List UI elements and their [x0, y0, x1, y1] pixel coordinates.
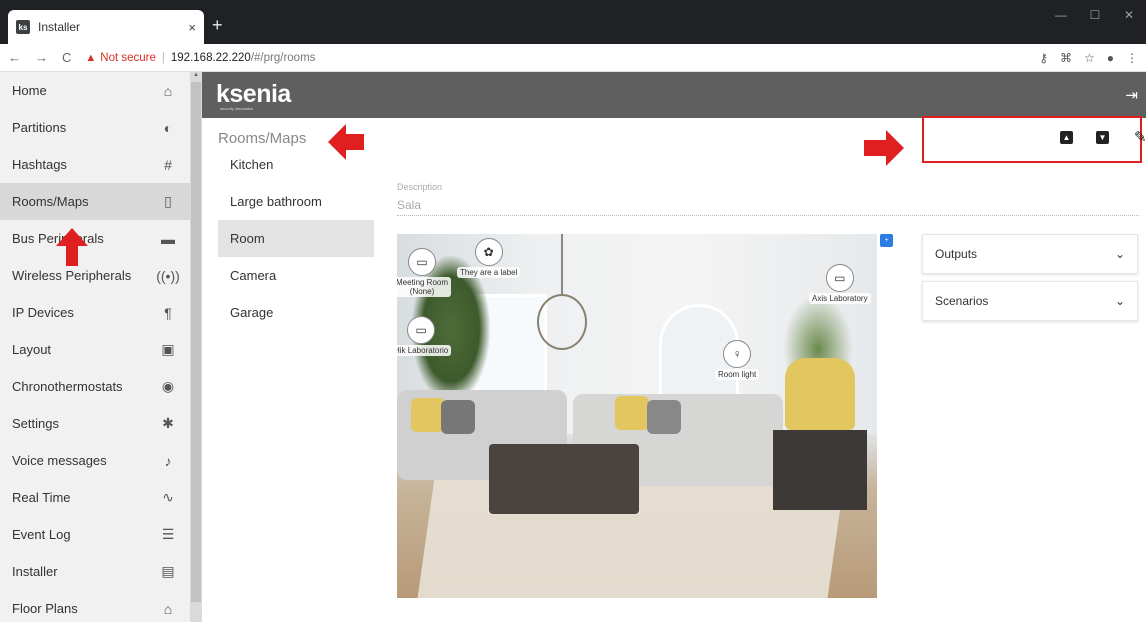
- marker-meeting-room[interactable]: ▭ Meeting Room (None): [397, 248, 452, 297]
- description-label: Description: [397, 182, 443, 192]
- chandelier-decor: [537, 294, 587, 350]
- add-image-icon[interactable]: +: [880, 234, 893, 247]
- camera-icon[interactable]: ▭: [825, 264, 854, 292]
- coffee-table-decor: [489, 444, 639, 514]
- room-map-image[interactable]: ▭ Meeting Room (None) ✿ They are a label…: [397, 234, 877, 598]
- outputs-panel[interactable]: Outputs ⌄: [922, 234, 1138, 274]
- marker-label-item[interactable]: ✿ They are a label: [457, 238, 521, 278]
- outputs-label: Outputs: [935, 247, 978, 261]
- annotation-arrow-up: [56, 228, 88, 266]
- description-input[interactable]: Sala: [397, 198, 1139, 216]
- pillow-decor: [411, 398, 445, 432]
- lamp-cord-decor: [561, 234, 563, 294]
- room-item[interactable]: Room: [218, 220, 374, 257]
- room-item[interactable]: Kitchen: [218, 146, 374, 183]
- camera-icon[interactable]: ▭: [408, 248, 437, 276]
- marker-axis-laboratory[interactable]: ▭ Axis Laboratory: [809, 264, 871, 304]
- scenarios-label: Scenarios: [935, 294, 989, 308]
- chevron-down-icon[interactable]: ⌄: [1115, 294, 1125, 308]
- pillow-decor: [647, 400, 681, 434]
- armchair-decor: [785, 358, 855, 430]
- marker-room-light[interactable]: ♀ Room light: [715, 340, 760, 380]
- marker-label: Meeting Room (None): [397, 277, 452, 297]
- scenarios-panel[interactable]: Scenarios ⌄: [922, 281, 1138, 321]
- side-table-decor: [773, 430, 867, 510]
- upload-icon[interactable]: ▲: [1060, 131, 1073, 144]
- label-icon[interactable]: ✿: [474, 238, 503, 266]
- annotation-arrow-right: [864, 130, 904, 166]
- room-item[interactable]: Garage: [218, 294, 374, 331]
- marker-hik-laboratorio[interactable]: ▭ Hik Laboratorio: [397, 316, 452, 356]
- chevron-down-icon[interactable]: ⌄: [1115, 247, 1125, 261]
- download-icon[interactable]: ▼: [1096, 131, 1109, 144]
- marker-label: Axis Laboratory: [809, 293, 871, 304]
- camera-icon[interactable]: ▭: [407, 316, 436, 344]
- edit-pencil-icon[interactable]: ✎: [1134, 128, 1146, 146]
- marker-label: Room light: [715, 369, 760, 380]
- room-list: Kitchen Large bathroom Room Camera Garage: [218, 146, 374, 331]
- toolbar-highlight: ▲ ▼ ✎: [922, 116, 1146, 163]
- pillow-decor: [441, 400, 475, 434]
- marker-label: They are a label: [457, 267, 521, 278]
- lightbulb-icon[interactable]: ♀: [723, 340, 752, 368]
- pillow-decor: [615, 396, 649, 430]
- marker-label: Hik Laboratorio: [397, 345, 452, 356]
- room-item[interactable]: Camera: [218, 257, 374, 294]
- room-item[interactable]: Large bathroom: [218, 183, 374, 220]
